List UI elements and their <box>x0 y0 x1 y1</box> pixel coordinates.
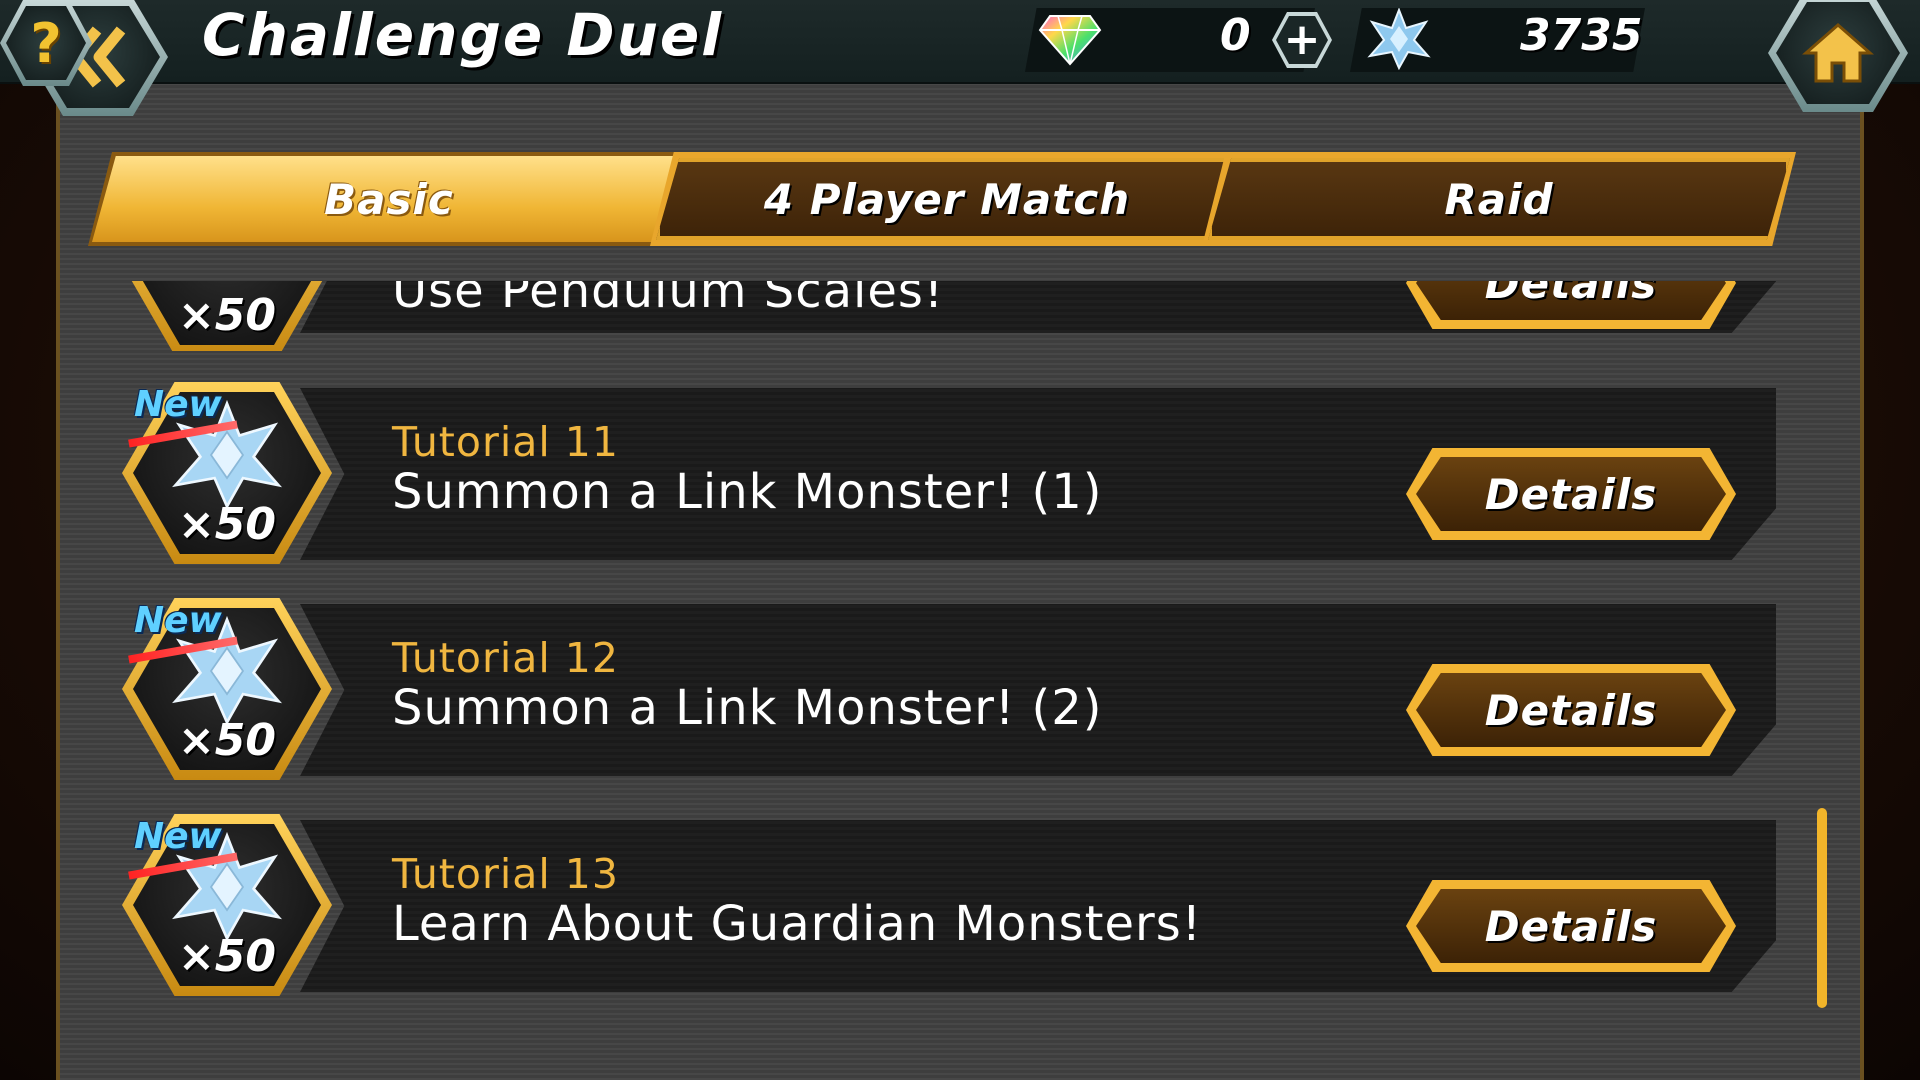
list-item-title: Summon a Link Monster! (2) <box>392 680 1103 736</box>
scrollbar[interactable] <box>1817 808 1827 1008</box>
list-item-subtitle: Tutorial 13 <box>392 850 619 898</box>
reward-count: ×50 <box>177 715 277 766</box>
list-item-subtitle: Tutorial 11 <box>392 418 619 466</box>
list-item-title: Summon a Link Monster! (1) <box>392 464 1103 520</box>
details-button[interactable]: Details <box>1406 448 1736 540</box>
list-item-title: Learn About Guardian Monsters! <box>392 896 1202 952</box>
reward-count: ×50 <box>177 499 277 550</box>
challenge-list[interactable]: ×50 Use Pendulum Scales! Details ×50 New… <box>0 0 1920 1080</box>
list-item-subtitle: Tutorial 12 <box>392 634 619 682</box>
details-button[interactable]: Details <box>1406 880 1736 972</box>
new-badge: New <box>134 600 222 641</box>
reward-count: ×50 <box>177 931 277 982</box>
new-badge: New <box>134 816 222 857</box>
details-button[interactable]: Details <box>1406 281 1736 329</box>
new-badge: New <box>134 384 222 425</box>
details-button[interactable]: Details <box>1406 664 1736 756</box>
reward-count: ×50 <box>177 290 277 341</box>
list-item-title: Use Pendulum Scales! <box>392 281 945 319</box>
list-item-partial[interactable]: ×50 Use Pendulum Scales! Details <box>0 281 1920 351</box>
